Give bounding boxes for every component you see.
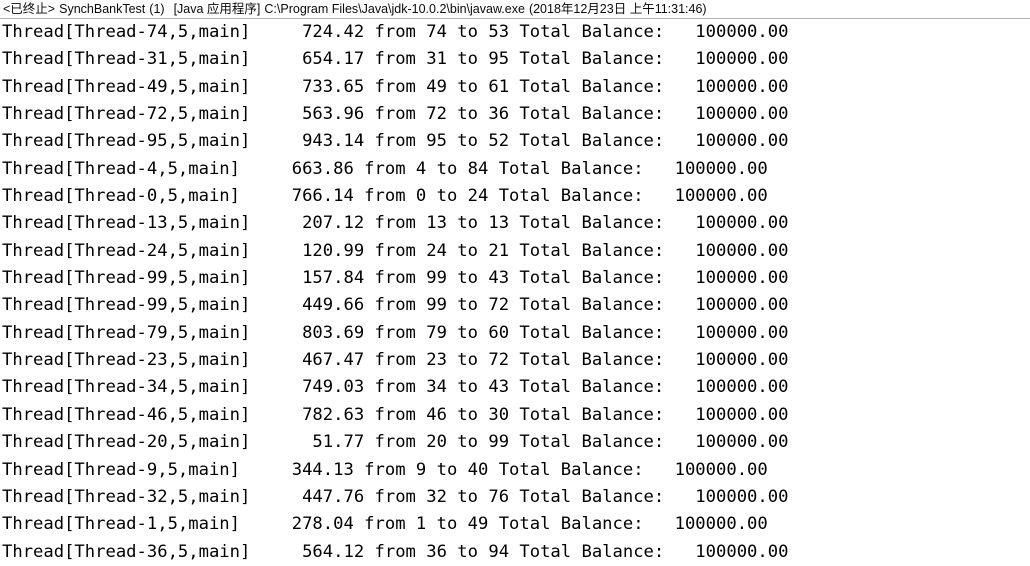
console-output-line: Thread[Thread-20,5,main] 51.77 from 20 t… <box>2 432 789 453</box>
console-output-line: Thread[Thread-99,5,main] 157.84 from 99 … <box>2 268 789 289</box>
console-output-line: Thread[Thread-74,5,main] 724.42 from 74 … <box>2 22 789 42</box>
application-type-label: [Java 应用程序] <box>173 1 261 16</box>
console-output-line: Thread[Thread-4,5,main] 663.86 from 4 to… <box>2 158 768 179</box>
console-output-line: Thread[Thread-0,5,main] 766.14 from 0 to… <box>2 186 768 207</box>
launch-configuration-name: SynchBankTest <box>59 1 146 16</box>
console-output-line: Thread[Thread-99,5,main] 449.66 from 99 … <box>2 295 789 316</box>
console-output-line: Thread[Thread-95,5,main] 943.14 from 95 … <box>2 131 789 152</box>
console-output-line: Thread[Thread-46,5,main] 782.63 from 46 … <box>2 404 789 425</box>
console-header-bar: <已终止> SynchBankTest (1) [Java 应用程序] C:\P… <box>0 0 1030 19</box>
launch-instance-index: (1) <box>149 1 165 16</box>
console-output-area[interactable]: Thread[Thread-74,5,main] 724.42 from 74 … <box>0 19 1030 566</box>
console-output-line: Thread[Thread-31,5,main] 654.17 from 31 … <box>2 49 789 70</box>
console-output-line: Thread[Thread-9,5,main] 344.13 from 9 to… <box>2 459 768 480</box>
console-output-line: Thread[Thread-1,5,main] 278.04 from 1 to… <box>2 514 768 535</box>
console-output-line: Thread[Thread-72,5,main] 563.96 from 72 … <box>2 104 789 125</box>
console-output-line: Thread[Thread-36,5,main] 564.12 from 36 … <box>2 541 789 562</box>
console-output-line: Thread[Thread-24,5,main] 120.99 from 24 … <box>2 240 789 261</box>
console-output-line: Thread[Thread-79,5,main] 803.69 from 79 … <box>2 322 789 343</box>
launch-status-label: <已终止> <box>3 1 56 16</box>
console-output-line: Thread[Thread-23,5,main] 467.47 from 23 … <box>2 350 789 371</box>
console-output-line: Thread[Thread-32,5,main] 447.76 from 32 … <box>2 486 789 507</box>
console-output-line: Thread[Thread-49,5,main] 733.65 from 49 … <box>2 76 789 97</box>
executable-path-label: C:\Program Files\Java\jdk-10.0.2\bin\jav… <box>264 1 525 16</box>
console-output-line: Thread[Thread-13,5,main] 207.12 from 13 … <box>2 213 789 234</box>
console-output-line: Thread[Thread-34,5,main] 749.03 from 34 … <box>2 377 789 398</box>
launch-timestamp-label: (2018年12月23日 上午11:31:46) <box>528 1 707 16</box>
